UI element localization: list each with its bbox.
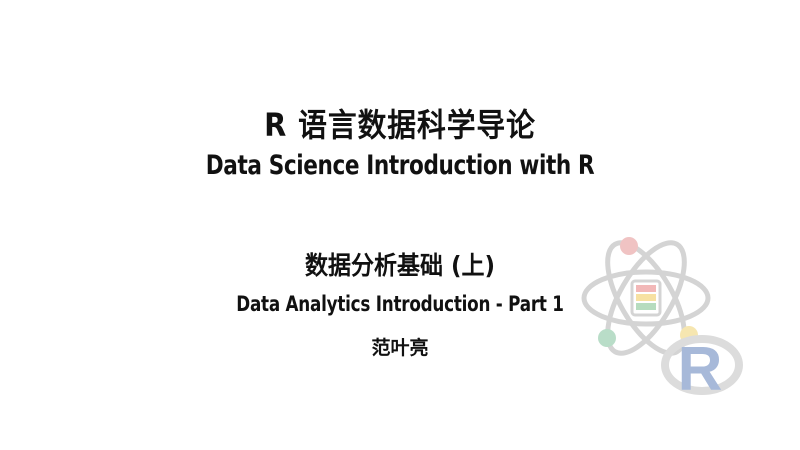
title-chinese: R 语言数据科学导论 [264,106,536,144]
layer-red [636,285,656,292]
slide: R 语言数据科学导论 Data Science Introduction wit… [0,0,800,450]
r-logo-icon: R [661,335,743,404]
data-layers-icon [630,279,662,317]
atom-data-r-logo-icon: R [581,237,743,404]
title-english: Data Science Introduction with R [205,150,595,181]
layer-green [636,303,656,310]
electron-green [598,329,616,347]
electron-red [620,237,638,255]
r-letter: R [678,335,723,404]
layer-yellow [636,294,656,301]
